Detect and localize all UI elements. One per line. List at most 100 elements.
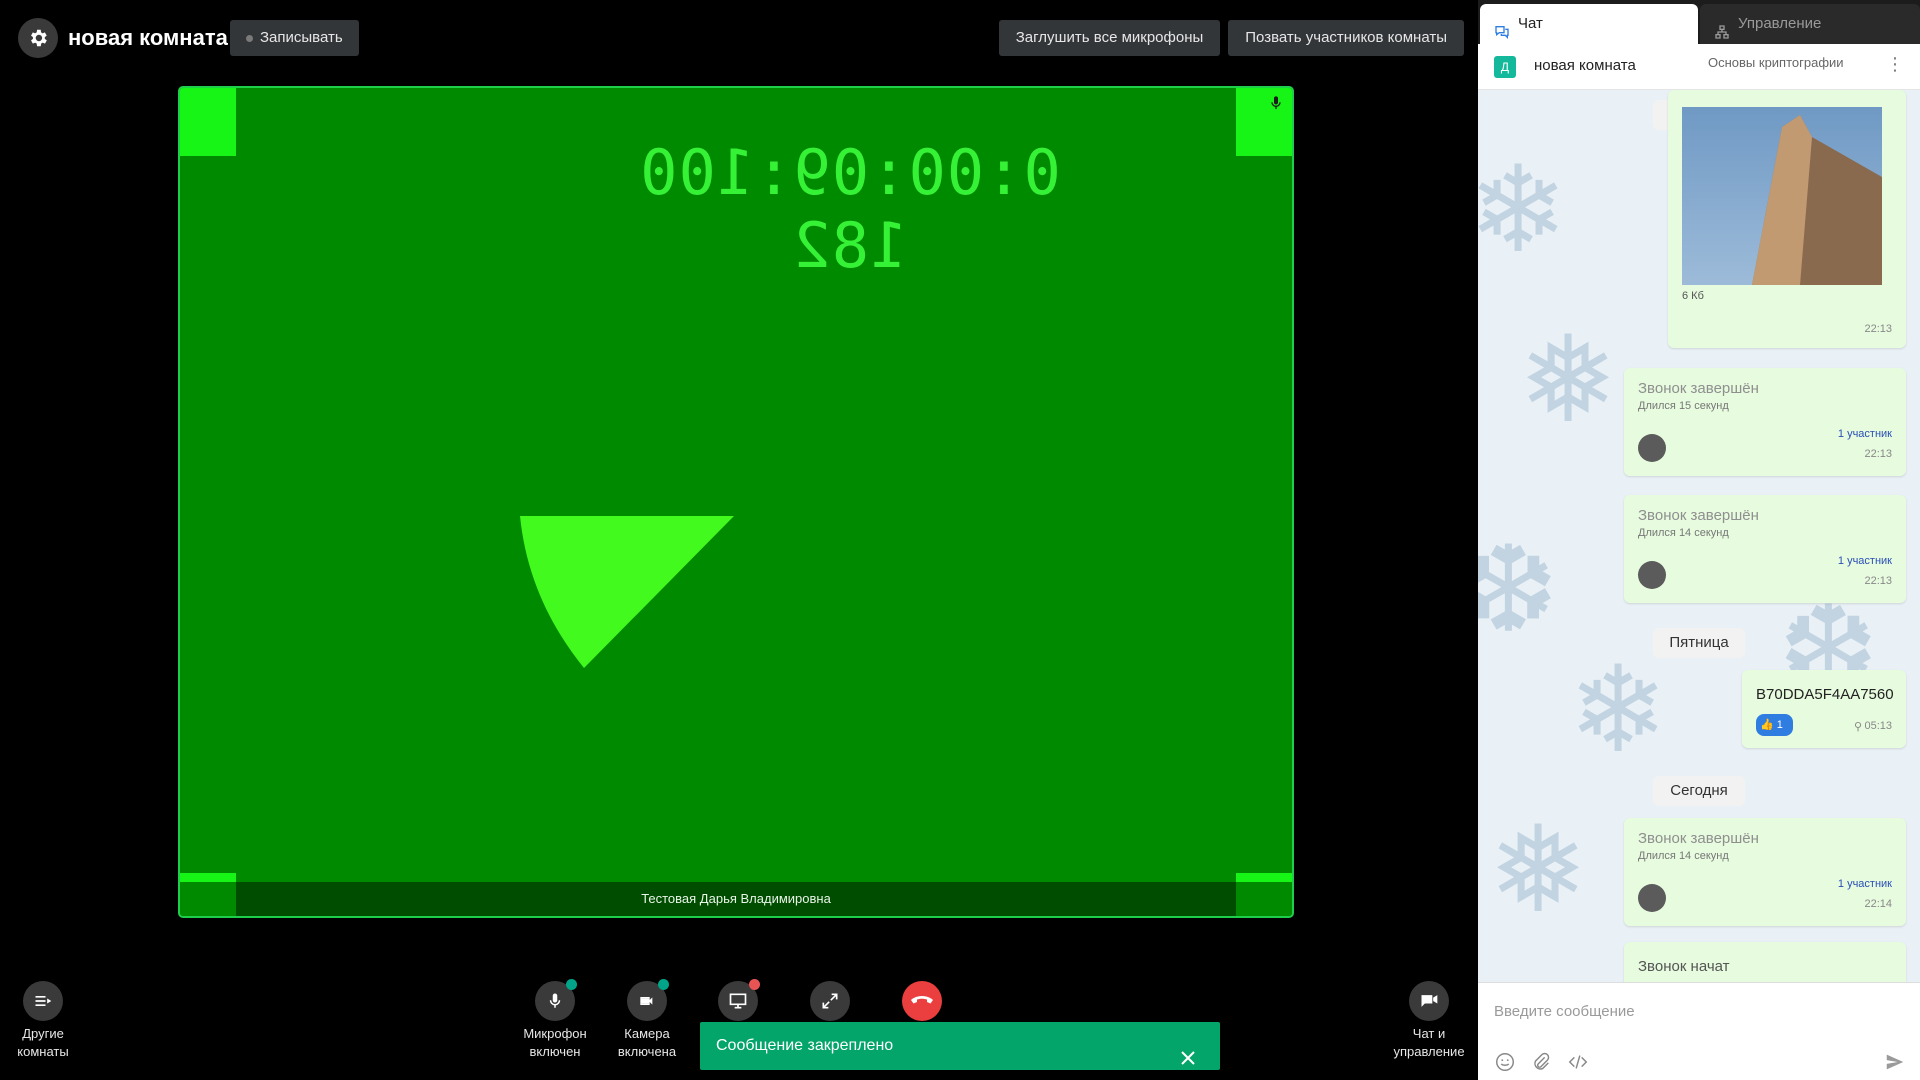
message-feed[interactable]: ❄ ❅ ❆ ❄ ❅ ❆ Сегодня 6 Кб 22:13: [1478, 90, 1920, 982]
call-title: Звонок завершён: [1638, 830, 1759, 847]
pinned-toast: Сообщение закреплено: [700, 1022, 1220, 1070]
top-actions: Заглушить все микрофоны Позвать участник…: [998, 20, 1464, 56]
tab-manage-label: Управление: [1738, 15, 1822, 32]
call-title: Звонок начат: [1638, 958, 1730, 975]
gear-icon: [31, 29, 47, 47]
emoji-icon[interactable]: [1494, 1051, 1516, 1078]
hang-up-icon: [911, 996, 933, 1004]
participant-name: Тестовая Дарья Владимировна: [236, 882, 1236, 916]
room-title: новая комната: [68, 25, 228, 50]
call-started-message[interactable]: Звонок начат: [1624, 942, 1906, 982]
more-vertical-icon[interactable]: ⋮: [1886, 54, 1904, 75]
image-time: 22:13: [1864, 323, 1892, 335]
thumbs-up-icon: 👍: [1760, 719, 1774, 731]
monitor-icon: [729, 993, 747, 1009]
attached-photo[interactable]: [1682, 107, 1882, 285]
avatar: [1638, 434, 1666, 462]
screen-share-status-badge: [749, 979, 760, 990]
call-duration: Длился 14 секунд: [1638, 527, 1729, 539]
image-size: 6 Кб: [1682, 290, 1704, 302]
name-strip-left: [180, 882, 236, 916]
list-icon: [35, 996, 52, 1006]
name-strip-right: [1236, 882, 1292, 916]
pin-icon: ⚲: [1853, 721, 1862, 733]
snowflake-decoration-icon: ❅: [1488, 803, 1589, 937]
mic-toggle[interactable]: Микрофон включен: [518, 979, 592, 1061]
call-time: 22:13: [1864, 575, 1892, 587]
day-separator: Пятница: [1653, 628, 1745, 658]
message-text: B70DDA5F4AA7560: [1756, 686, 1894, 703]
snowflake-decoration-icon: ❄: [1568, 643, 1669, 777]
snowflake-decoration-icon: ❆: [1478, 523, 1559, 657]
video-test-pattern-shape: [520, 516, 734, 668]
fullscreen-button[interactable]: [793, 981, 867, 1025]
video-corner-tl: [180, 88, 236, 156]
call-participants[interactable]: 1 участник: [1838, 555, 1892, 567]
chat-room-subtitle: Основы криптографии: [1708, 55, 1844, 70]
tab-chat[interactable]: Чат: [1480, 4, 1698, 44]
screen-share-button[interactable]: [701, 979, 775, 1025]
toast-close-icon[interactable]: [1180, 1038, 1196, 1080]
chat-room-header: Д новая комната Основы криптографии ⋮: [1478, 44, 1920, 90]
mic-status-badge: [566, 979, 577, 990]
call-stage: новая комната Записывать Заглушить все м…: [0, 0, 1478, 1080]
camera-icon: [640, 997, 653, 1005]
call-participants[interactable]: 1 участник: [1838, 428, 1892, 440]
camera-toggle[interactable]: Камера включена: [610, 979, 684, 1061]
chat-room-name: новая комната: [1534, 57, 1636, 74]
message-composer: Введите сообщение: [1478, 982, 1920, 1080]
mic-label: Микрофон включен: [523, 1026, 587, 1059]
settings-button[interactable]: [18, 18, 58, 58]
message-time: 05:13: [1864, 720, 1892, 732]
end-call-button[interactable]: [885, 981, 959, 1025]
tab-chat-label: Чат: [1518, 15, 1543, 32]
snowflake-decoration-icon: ❄: [1478, 143, 1569, 277]
other-rooms-button[interactable]: Другие комнаты: [8, 981, 78, 1061]
expand-icon: [822, 993, 838, 1009]
room-avatar: Д: [1494, 56, 1516, 78]
video-tile[interactable]: 0:00:09:100 182 Тестовая Дарья Владимиро…: [178, 86, 1294, 918]
text-message[interactable]: B70DDA5F4AA7560 👍 1 ⚲ 05:13: [1742, 670, 1906, 748]
send-icon[interactable]: [1884, 1051, 1906, 1078]
video-timecode: 0:00:09:100 182: [639, 136, 1061, 282]
call-participants[interactable]: 1 участник: [1838, 878, 1892, 890]
call-ended-message[interactable]: Звонок завершён Длился 14 секунд 1 участ…: [1624, 495, 1906, 603]
mute-all-button[interactable]: Заглушить все микрофоны: [998, 20, 1221, 56]
image-message[interactable]: 6 Кб 22:13: [1668, 90, 1906, 348]
message-input[interactable]: Введите сообщение: [1494, 1003, 1635, 1020]
day-separator: Сегодня: [1653, 776, 1745, 806]
camera-label: Камера включена: [617, 1026, 677, 1059]
record-button[interactable]: Записывать: [230, 20, 359, 56]
toast-text: Сообщение закреплено: [716, 1037, 894, 1054]
chat-manage-button[interactable]: Чат и управление: [1392, 981, 1466, 1061]
code-icon[interactable]: [1566, 1051, 1590, 1078]
attach-icon[interactable]: [1530, 1051, 1552, 1078]
call-title: Звонок завершён: [1638, 380, 1759, 397]
call-title: Звонок завершён: [1638, 507, 1759, 524]
call-time: 22:14: [1864, 898, 1892, 910]
other-rooms-label: Другие комнаты: [17, 1026, 69, 1059]
reaction-count: 1: [1776, 719, 1783, 731]
microphone-icon: [549, 993, 561, 1008]
avatar: [1638, 561, 1666, 589]
call-ended-message[interactable]: Звонок завершён Длился 15 секунд 1 участ…: [1624, 368, 1906, 476]
record-dot-icon: [246, 35, 253, 42]
reaction-chip[interactable]: 👍 1: [1756, 714, 1793, 736]
call-time: 22:13: [1864, 448, 1892, 460]
top-bar: новая комната Записывать Заглушить все м…: [18, 18, 1464, 58]
call-ended-message[interactable]: Звонок завершён Длился 14 секунд 1 участ…: [1624, 818, 1906, 926]
call-duration: Длился 14 секунд: [1638, 850, 1729, 862]
chat-video-icon: [1420, 995, 1438, 1007]
chat-manage-label: Чат и управление: [1393, 1026, 1465, 1059]
video-corner-br: [1236, 873, 1292, 882]
tile-mic-icon: [1268, 94, 1284, 117]
record-label: Записывать: [260, 29, 343, 46]
panel-tabs: Чат Управление: [1478, 0, 1920, 44]
tab-manage[interactable]: Управление: [1700, 4, 1920, 44]
side-panel: Чат Управление Д новая комната Основы кр…: [1478, 0, 1920, 1080]
snowflake-decoration-icon: ❅: [1518, 313, 1619, 447]
invite-participants-button[interactable]: Позвать участников комнаты: [1228, 20, 1464, 56]
avatar: [1638, 884, 1666, 912]
camera-status-badge: [658, 979, 669, 990]
composer-tools: [1494, 1051, 1590, 1078]
